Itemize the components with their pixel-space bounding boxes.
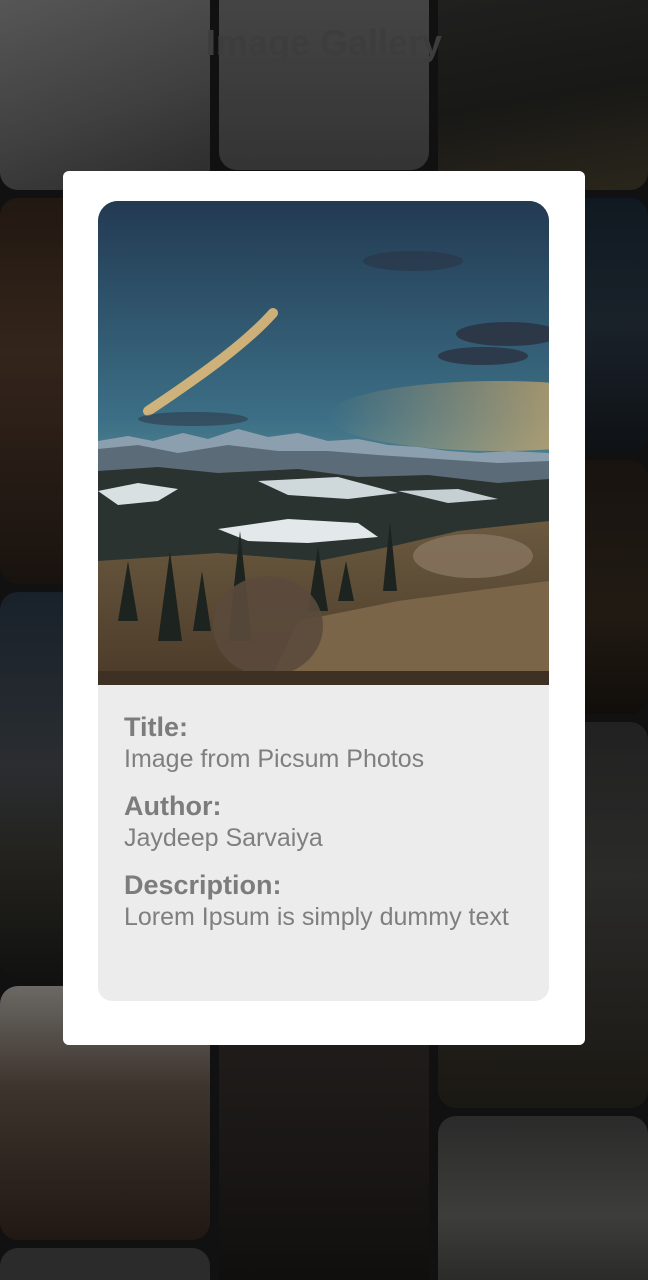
image-detail-dialog: Title: Image from Picsum Photos Author: … [63, 171, 585, 1045]
author-value: Jaydeep Sarvaiya [124, 824, 323, 852]
description-value: Lorem Ipsum is simply dummy text [124, 903, 509, 931]
author-label: Author: [124, 791, 222, 821]
image-info-panel: Title: Image from Picsum Photos Author: … [98, 685, 549, 1001]
title-label: Title: [124, 712, 189, 742]
description-label: Description: [124, 870, 282, 900]
title-value: Image from Picsum Photos [124, 745, 425, 773]
landscape-photo [98, 201, 549, 685]
